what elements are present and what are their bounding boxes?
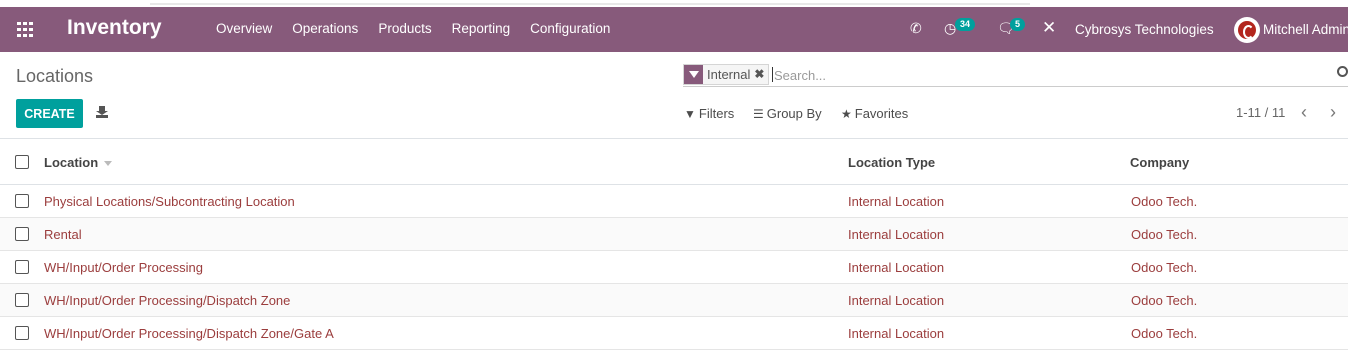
select-all-checkbox[interactable] xyxy=(15,155,29,169)
column-company[interactable]: Company xyxy=(1130,155,1189,170)
search-input[interactable] xyxy=(774,65,1314,85)
funnel-icon: ▼ xyxy=(684,106,696,121)
table-row[interactable]: WH/Input/Order Processing/Dispatch Zone … xyxy=(0,284,1348,317)
main-navbar: Inventory Overview Operations Products R… xyxy=(0,7,1348,52)
top-strip xyxy=(0,0,1348,7)
filter-funnel-icon xyxy=(684,65,703,84)
row-checkbox[interactable] xyxy=(15,260,29,274)
chevron-left-icon[interactable]: ‹ xyxy=(1301,102,1307,123)
table-row[interactable]: Rental Internal Location Odoo Tech. xyxy=(0,218,1348,251)
cell-location-type[interactable]: Internal Location xyxy=(848,227,944,242)
cell-company[interactable]: Odoo Tech. xyxy=(1131,227,1197,242)
table-header: Location Location Type Company xyxy=(0,138,1348,185)
search-bar: Internal ✖ xyxy=(683,63,1348,87)
cell-company[interactable]: Odoo Tech. xyxy=(1131,260,1197,275)
cell-location-type[interactable]: Internal Location xyxy=(848,194,944,209)
column-location-type[interactable]: Location Type xyxy=(848,155,935,170)
messages-count-badge: 5 xyxy=(1010,18,1026,31)
row-checkbox[interactable] xyxy=(15,227,29,241)
user-avatar[interactable] xyxy=(1234,17,1260,43)
activity-count-badge: 34 xyxy=(955,18,976,31)
cell-location-type[interactable]: Internal Location xyxy=(848,326,944,341)
menu-products[interactable]: Products xyxy=(378,21,431,36)
cell-location-type[interactable]: Internal Location xyxy=(848,293,944,308)
search-icon[interactable] xyxy=(1337,66,1348,77)
chevron-right-icon[interactable]: › xyxy=(1330,102,1336,123)
download-icon[interactable] xyxy=(96,106,108,118)
cell-location[interactable]: WH/Input/Order Processing xyxy=(44,260,203,275)
list-bars-icon: ☰ xyxy=(753,106,764,121)
menu-reporting[interactable]: Reporting xyxy=(452,21,511,36)
favorites-button[interactable]: ★ Favorites xyxy=(841,106,908,121)
row-checkbox[interactable] xyxy=(15,293,29,307)
app-name[interactable]: Inventory xyxy=(67,16,162,40)
search-facet: Internal ✖ xyxy=(683,64,770,85)
debug-tools-icon[interactable]: ✕ xyxy=(1042,18,1056,38)
table-row[interactable]: WH/Input/Order Processing Internal Locat… xyxy=(0,251,1348,284)
cell-location[interactable]: Rental xyxy=(44,227,82,242)
cell-company[interactable]: Odoo Tech. xyxy=(1131,194,1197,209)
facet-remove-icon[interactable]: ✖ xyxy=(754,65,768,84)
phone-icon[interactable]: ✆ xyxy=(910,20,922,37)
cell-company[interactable]: Odoo Tech. xyxy=(1131,326,1197,341)
cell-location-type[interactable]: Internal Location xyxy=(848,260,944,275)
locations-table: Location Location Type Company Physical … xyxy=(0,138,1348,350)
star-icon: ★ xyxy=(841,106,852,121)
menu-configuration[interactable]: Configuration xyxy=(530,21,610,36)
table-row[interactable]: Physical Locations/Subcontracting Locati… xyxy=(0,185,1348,218)
cell-location[interactable]: Physical Locations/Subcontracting Locati… xyxy=(44,194,295,209)
apps-grid-icon[interactable] xyxy=(17,22,34,37)
menu-operations[interactable]: Operations xyxy=(292,21,358,36)
pager-value[interactable]: 1-11 / 11 xyxy=(1236,105,1285,120)
table-row[interactable]: WH/Input/Order Processing/Dispatch Zone/… xyxy=(0,317,1348,350)
row-checkbox[interactable] xyxy=(15,194,29,208)
page-title: Locations xyxy=(16,66,94,86)
sort-caret-icon xyxy=(104,161,113,167)
user-menu[interactable]: Mitchell Admin xyxy=(1263,22,1348,37)
menu-overview[interactable]: Overview xyxy=(216,21,272,36)
company-switcher[interactable]: Cybrosys Technologies xyxy=(1075,22,1214,37)
filters-button[interactable]: ▼ Filters xyxy=(684,106,734,121)
column-location[interactable]: Location xyxy=(44,155,113,170)
main-menu: Overview Operations Products Reporting C… xyxy=(216,21,630,36)
cell-location[interactable]: WH/Input/Order Processing/Dispatch Zone xyxy=(44,293,290,308)
row-checkbox[interactable] xyxy=(15,326,29,340)
facet-value: Internal xyxy=(707,67,751,82)
scroll-hint-line xyxy=(150,3,1030,5)
cell-company[interactable]: Odoo Tech. xyxy=(1131,293,1197,308)
group-by-button[interactable]: ☰ Group By xyxy=(753,106,822,121)
create-button[interactable]: CREATE xyxy=(16,99,83,128)
cell-location[interactable]: WH/Input/Order Processing/Dispatch Zone/… xyxy=(44,326,334,341)
